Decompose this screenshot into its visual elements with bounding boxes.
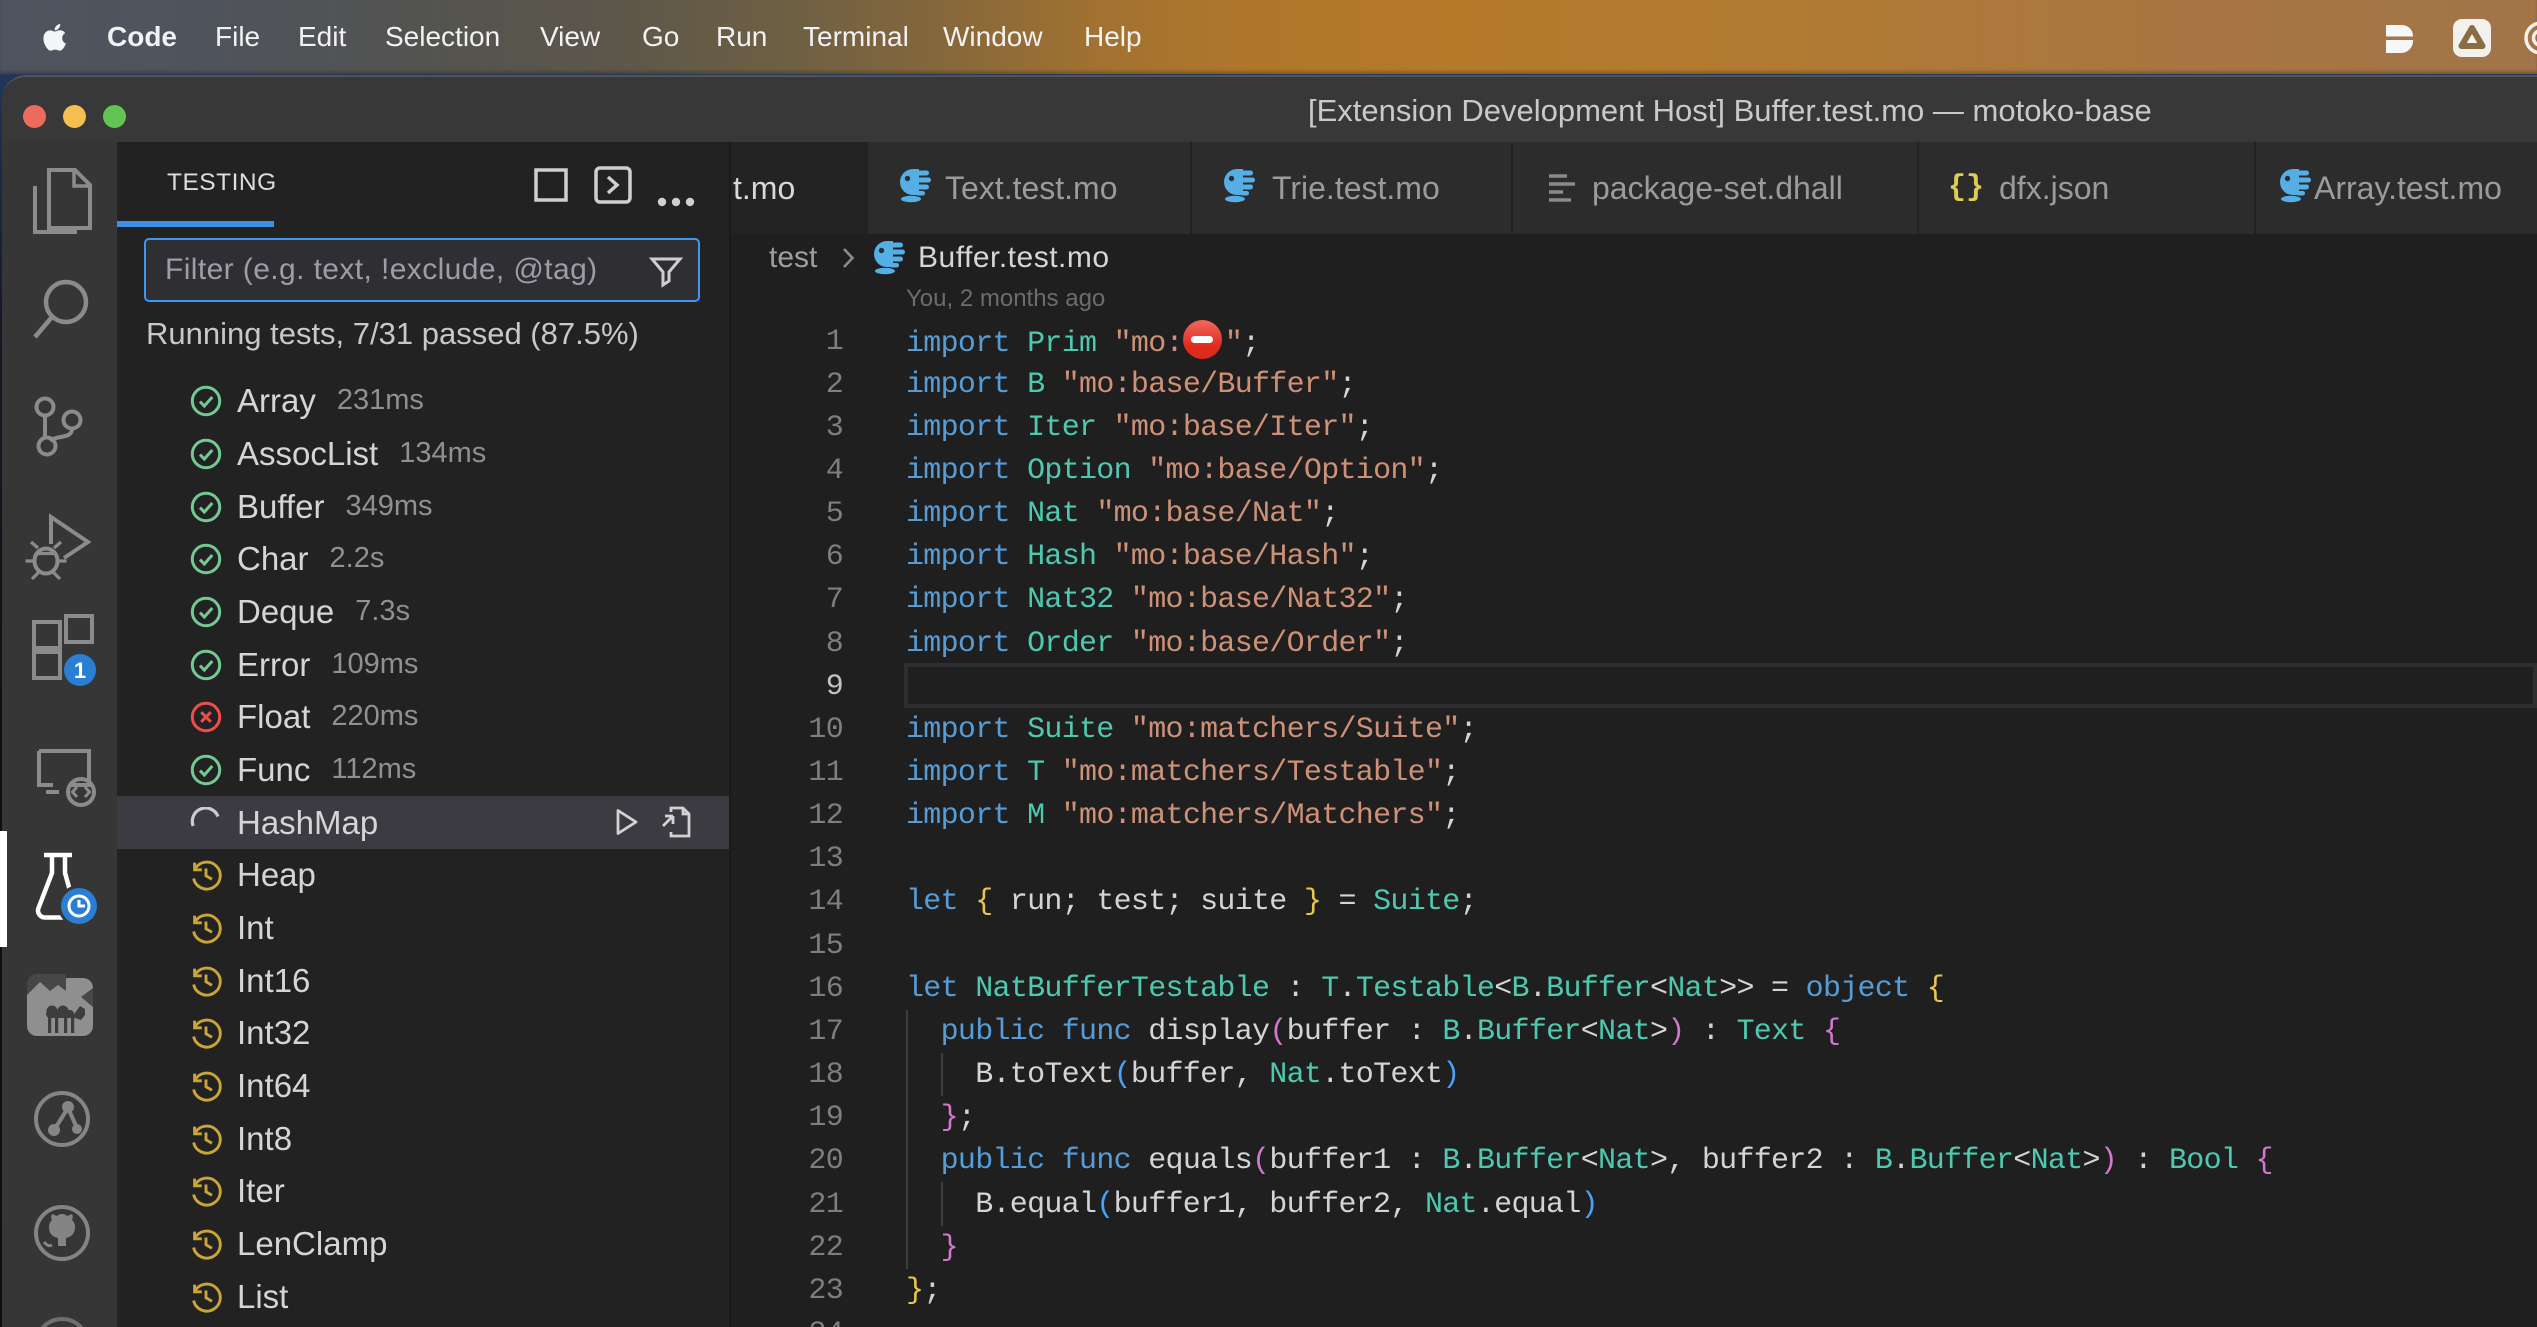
svg-text:1: 1: [74, 658, 86, 683]
